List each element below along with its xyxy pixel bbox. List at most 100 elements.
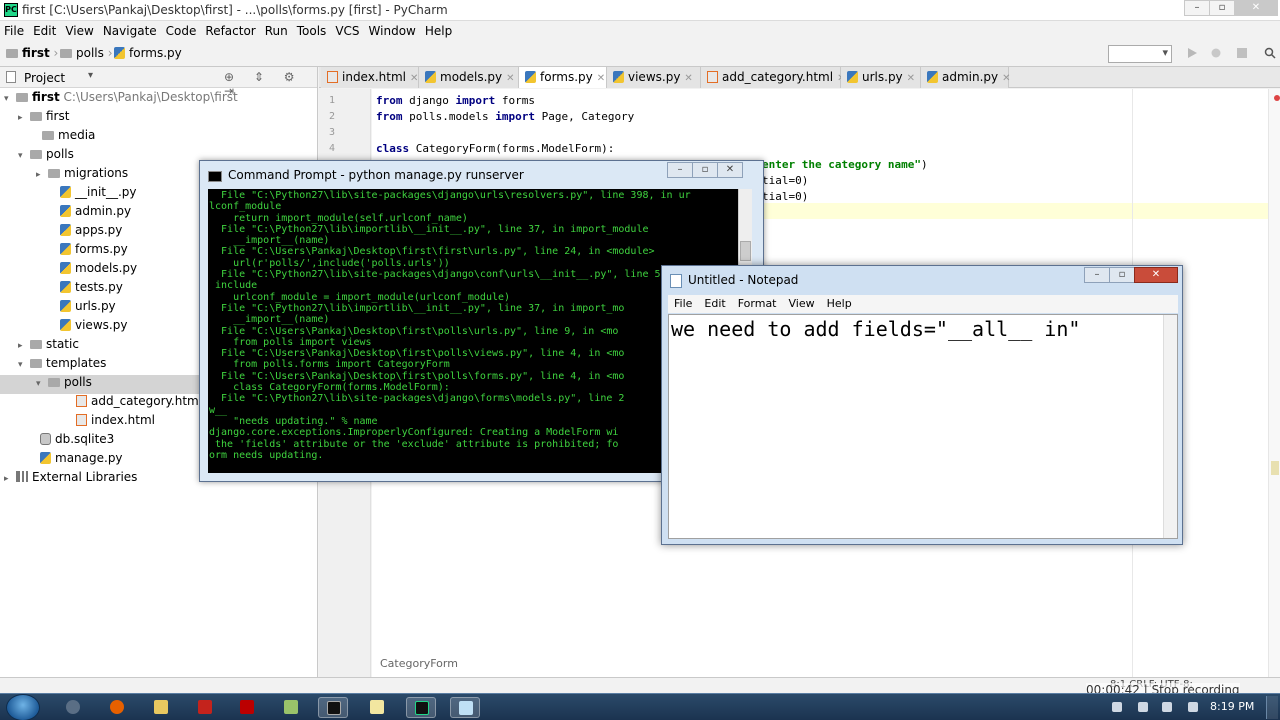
scrollbar-thumb[interactable] <box>740 241 751 261</box>
error-stripe[interactable] <box>1268 89 1280 677</box>
tab-models-py[interactable]: models.py ✕ <box>419 67 519 88</box>
close-icon[interactable]: ✕ <box>1002 73 1010 84</box>
tree-item[interactable]: models.py <box>48 261 137 280</box>
notepad-menu-format[interactable]: Format <box>732 295 783 313</box>
python-file-icon <box>60 243 71 255</box>
breadcrumb-forms[interactable]: forms.py <box>114 46 182 60</box>
tree-item[interactable]: ▸ first <box>18 109 69 128</box>
minimize-button[interactable]: – <box>667 162 693 178</box>
editor-breadcrumb[interactable]: CategoryForm <box>380 657 458 670</box>
breadcrumb-polls[interactable]: polls › <box>60 46 113 60</box>
close-icon[interactable]: ✕ <box>907 73 915 84</box>
tab-views-py[interactable]: views.py ✕ <box>607 67 701 88</box>
tree-item[interactable]: db.sqlite3 <box>28 432 114 451</box>
menu-navigate[interactable]: Navigate <box>99 21 162 41</box>
menu-run[interactable]: Run <box>261 21 293 41</box>
folder-icon <box>30 150 42 159</box>
menu-window[interactable]: Window <box>365 21 421 41</box>
minimize-button[interactable]: – <box>1184 0 1210 16</box>
warning-marker[interactable] <box>1271 461 1279 475</box>
stop-icon[interactable] <box>1236 47 1248 59</box>
console-output-area[interactable]: File "C:\Python27\lib\site-packages\djan… <box>208 189 738 473</box>
tab-forms-py[interactable]: forms.py ✕ <box>519 67 607 88</box>
tree-item[interactable]: manage.py <box>28 451 123 470</box>
tree-item[interactable]: __init__.py <box>48 185 137 204</box>
notepad-menu-help[interactable]: Help <box>821 295 858 313</box>
menu-view[interactable]: View <box>61 21 98 41</box>
filezilla-icon[interactable] <box>232 697 262 718</box>
network-icon[interactable] <box>1138 702 1148 712</box>
close-icon[interactable]: ✕ <box>684 73 692 84</box>
explorer-icon[interactable] <box>146 697 176 718</box>
tree-item[interactable]: forms.py <box>48 242 128 261</box>
tree-item[interactable]: ▸ External Libraries <box>4 470 137 489</box>
pycharm-taskbar-icon[interactable] <box>406 697 436 718</box>
notepad-menu-view[interactable]: View <box>783 295 821 313</box>
folder-icon <box>60 49 72 58</box>
run-icon[interactable] <box>1186 47 1198 59</box>
close-button[interactable]: ✕ <box>1134 267 1178 283</box>
tray-icon[interactable] <box>1112 702 1122 712</box>
close-icon[interactable]: ✕ <box>506 73 514 84</box>
menu-code[interactable]: Code <box>162 21 202 41</box>
breadcrumb-first[interactable]: first › <box>6 46 58 60</box>
notepad-menu-file[interactable]: File <box>668 295 698 313</box>
minimize-button[interactable]: – <box>1084 267 1110 283</box>
notes-icon[interactable] <box>362 697 392 718</box>
chevron-down-icon[interactable]: ▾ <box>88 70 93 81</box>
tab-add-category-html[interactable]: add_category.html✕ <box>701 67 845 88</box>
tab-index-html[interactable]: index.html ✕ <box>321 67 419 88</box>
pycharm-icon: PC <box>4 3 18 17</box>
run-configuration-select[interactable] <box>1108 45 1172 63</box>
html-file-icon <box>707 71 718 83</box>
maximize-button[interactable]: ▫ <box>1209 0 1235 16</box>
volume-icon[interactable] <box>1162 702 1172 712</box>
tray-icon[interactable] <box>1188 702 1198 712</box>
project-panel-title[interactable]: Project <box>24 71 65 85</box>
tab-admin-py[interactable]: admin.py ✕ <box>921 67 1011 88</box>
menu-file[interactable]: File <box>0 21 29 41</box>
close-icon[interactable]: ✕ <box>597 73 605 84</box>
tree-item[interactable]: ▾ templates <box>18 356 106 375</box>
media-player-icon[interactable] <box>58 697 88 718</box>
python-file-icon <box>60 224 71 236</box>
firefox-icon[interactable] <box>102 697 132 718</box>
tree-item[interactable]: urls.py <box>48 299 116 318</box>
console-output: File "C:\Python27\lib\site-packages\djan… <box>209 190 691 461</box>
tree-item[interactable]: tests.py <box>48 280 123 299</box>
acrobat-icon[interactable] <box>190 697 220 718</box>
menu-tools[interactable]: Tools <box>293 21 332 41</box>
command-prompt-taskbar-icon[interactable] <box>318 697 348 718</box>
tree-item[interactable]: ▸ static <box>18 337 79 356</box>
clock[interactable]: 8:19 PM <box>1210 700 1254 713</box>
notepad-taskbar-icon[interactable] <box>450 697 480 718</box>
tree-item[interactable]: ▾ polls <box>18 147 74 166</box>
menu-edit[interactable]: Edit <box>29 21 61 41</box>
tree-item[interactable]: media <box>30 128 95 147</box>
start-button[interactable] <box>6 694 40 720</box>
show-desktop-button[interactable] <box>1266 696 1278 719</box>
tree-item[interactable]: admin.py <box>48 204 131 223</box>
maximize-button[interactable]: ▫ <box>1109 267 1135 283</box>
tree-item[interactable]: ▸ migrations <box>36 166 128 185</box>
tree-item[interactable]: add_category.html <box>64 394 202 413</box>
search-icon[interactable] <box>1264 47 1276 59</box>
notepad-menu-edit[interactable]: Edit <box>698 295 731 313</box>
menu-help[interactable]: Help <box>421 21 457 41</box>
notepad-text-area[interactable]: we need to add fields="__all__ in" <box>668 314 1178 539</box>
tree-item[interactable]: index.html <box>64 413 155 432</box>
close-button[interactable]: ✕ <box>1234 0 1278 16</box>
menu-vcs[interactable]: VCS <box>331 21 364 41</box>
debug-icon[interactable] <box>1210 47 1222 59</box>
close-button[interactable]: ✕ <box>717 162 743 178</box>
maximize-button[interactable]: ▫ <box>692 162 718 178</box>
close-icon[interactable]: ✕ <box>410 73 418 84</box>
tree-item[interactable]: views.py <box>48 318 127 337</box>
tree-root[interactable]: ▾ first C:\Users\Pankaj\Desktop\first <box>4 90 238 109</box>
notepad-scrollbar[interactable] <box>1163 315 1177 538</box>
menu-refactor[interactable]: Refactor <box>201 21 260 41</box>
tab-urls-py[interactable]: urls.py ✕ <box>841 67 921 88</box>
error-marker-icon[interactable] <box>1274 95 1280 101</box>
tree-item[interactable]: apps.py <box>48 223 122 242</box>
folder-icon[interactable] <box>276 697 306 718</box>
